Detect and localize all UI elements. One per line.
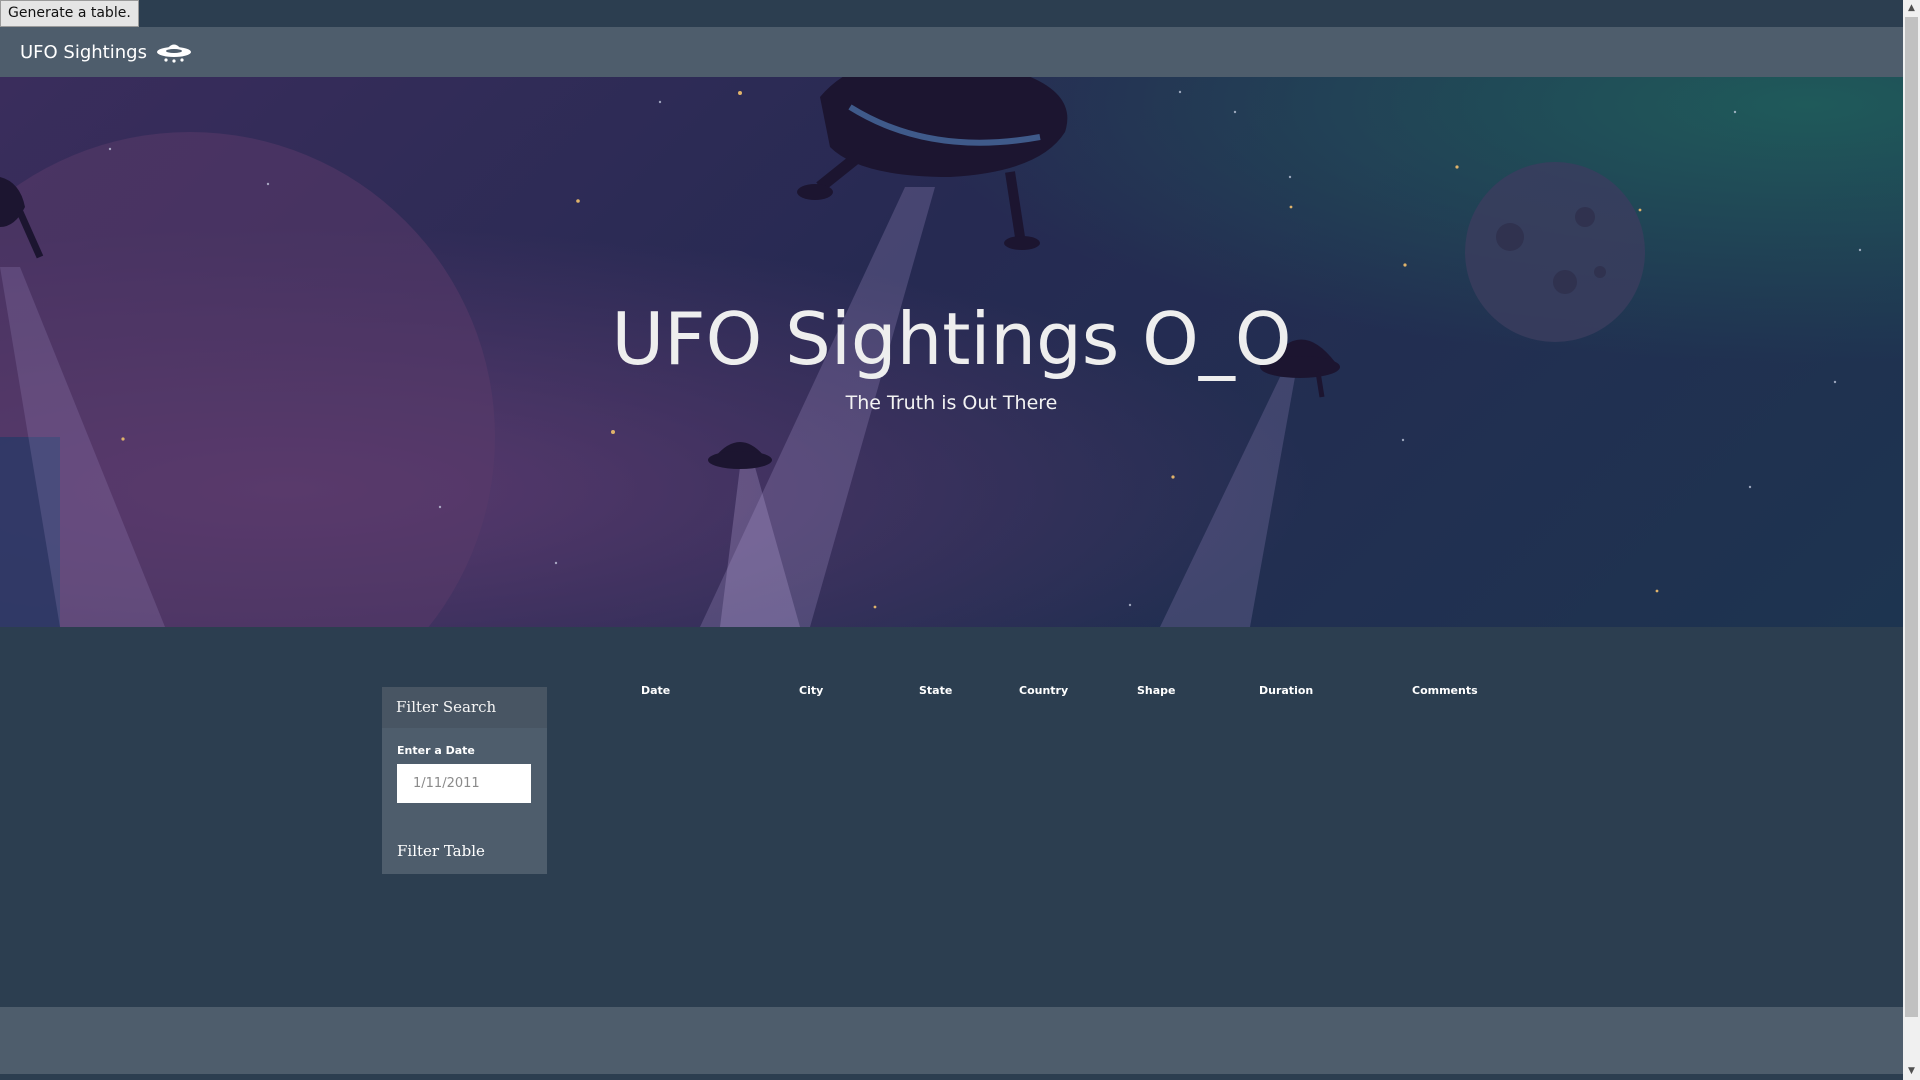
filter-panel-heading: Filter Search bbox=[382, 687, 547, 728]
table-header-shape: Shape bbox=[1137, 684, 1176, 697]
date-label: Enter a Date bbox=[397, 744, 475, 757]
table-header-comments: Comments bbox=[1412, 684, 1478, 697]
scroll-down-icon[interactable]: ▼ bbox=[1903, 1063, 1920, 1080]
table-header-city: City bbox=[799, 684, 824, 697]
scrollbar-thumb[interactable] bbox=[1905, 17, 1918, 1017]
ufo-icon bbox=[155, 40, 193, 64]
hero-title: UFO Sightings O_O bbox=[611, 297, 1292, 381]
bottom-strip bbox=[0, 1074, 1903, 1080]
filter-panel: Filter Search Enter a Date 1/11/2011 Fil… bbox=[382, 687, 547, 874]
table-header-duration: Duration bbox=[1259, 684, 1314, 697]
footer bbox=[0, 1007, 1903, 1074]
table-header-date: Date bbox=[641, 684, 671, 697]
brand-title: UFO Sightings bbox=[20, 41, 147, 63]
navbar-brand-link[interactable]: UFO Sightings bbox=[20, 40, 193, 64]
hero-subtitle: The Truth is Out There bbox=[845, 392, 1058, 414]
table-header-state: State bbox=[919, 684, 953, 697]
hero-banner: UFO Sightings O_O The Truth is Out There bbox=[0, 77, 1903, 627]
scroll-up-icon[interactable]: ▲ bbox=[1903, 0, 1920, 17]
table-header-country: Country bbox=[1019, 684, 1069, 697]
navbar: UFO Sightings bbox=[0, 27, 1903, 77]
date-input[interactable]: 1/11/2011 bbox=[397, 764, 531, 803]
generate-table-button[interactable]: Generate a table. bbox=[0, 0, 139, 27]
filter-table-button[interactable]: Filter Table bbox=[397, 842, 485, 860]
page: Generate a table. UFO Sightings UFO Sigh… bbox=[0, 0, 1903, 1080]
vertical-scrollbar[interactable]: ▲ ▼ bbox=[1903, 0, 1920, 1080]
